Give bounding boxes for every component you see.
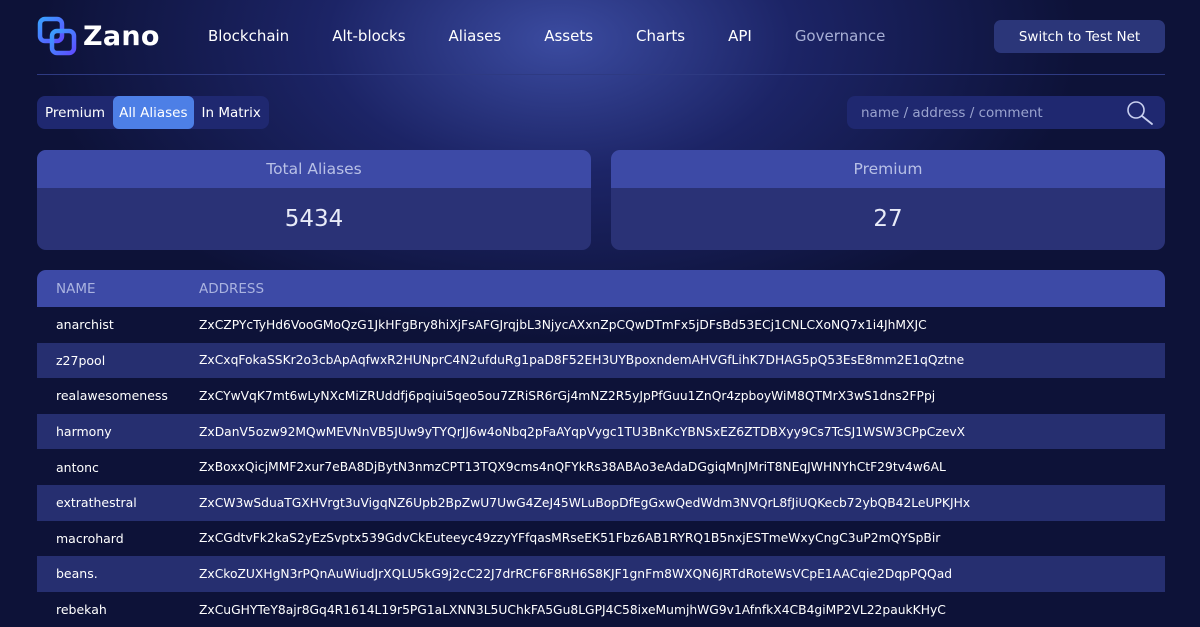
nav-assets[interactable]: Assets xyxy=(544,26,593,46)
logo-text: Zano xyxy=(83,20,160,52)
table-row[interactable]: anarchist ZxCZPYcTyHd6VooGMoQzG1JkHFgBry… xyxy=(37,307,1165,343)
table-row[interactable]: macrohard ZxCGdtvFk2kaS2yEzSvptx539GdvCk… xyxy=(37,521,1165,557)
alias-address: ZxCYwVqK7mt6wLyNXcMiZRUddfj6pqiui5qeo5ou… xyxy=(199,388,936,403)
column-header-name: NAME xyxy=(56,280,96,297)
switch-testnet-button[interactable]: Switch to Test Net xyxy=(994,20,1165,53)
table-header: NAME ADDRESS xyxy=(37,270,1165,307)
alias-address: ZxBoxxQicjMMF2xur7eBA8DjBytN3nmzCPT13TQX… xyxy=(199,460,946,475)
table-row[interactable]: realawesomeness ZxCYwVqK7mt6wLyNXcMiZRUd… xyxy=(37,378,1165,414)
total-aliases-card: Total Aliases 5434 xyxy=(37,150,591,250)
search-input[interactable] xyxy=(847,104,1107,121)
nav-alt-blocks[interactable]: Alt-blocks xyxy=(332,26,405,46)
tab-all-aliases[interactable]: All Aliases xyxy=(113,96,194,129)
alias-name: rebekah xyxy=(56,602,107,618)
alias-name: harmony xyxy=(56,424,112,440)
alias-name: beans. xyxy=(56,566,98,582)
alias-name: anarchist xyxy=(56,317,114,333)
alias-address: ZxDanV5ozw92MQwMEVNnVB5JUw9yTYQrJJ6w4oNb… xyxy=(199,424,966,439)
premium-aliases-value: 27 xyxy=(873,206,903,232)
alias-address: ZxCW3wSduaTGXHVrgt3uVigqNZ6Upb2BpZwU7UwG… xyxy=(199,495,971,510)
alias-address: ZxCkoZUXHgN3rPQnAuWiudJrXQLU5kG9j2cC22J7… xyxy=(199,566,953,581)
alias-name: realawesomeness xyxy=(56,388,168,404)
tab-in-matrix[interactable]: In Matrix xyxy=(198,96,265,129)
alias-name: macrohard xyxy=(56,530,124,546)
table-row[interactable]: antonc ZxBoxxQicjMMF2xur7eBA8DjBytN3nmzC… xyxy=(37,449,1165,485)
premium-aliases-card: Premium 27 xyxy=(611,150,1165,250)
aliases-table: NAME ADDRESS anarchist ZxCZPYcTyHd6VooGM… xyxy=(37,270,1165,627)
premium-aliases-label: Premium xyxy=(611,150,1165,188)
nav-aliases[interactable]: Aliases xyxy=(449,26,502,46)
total-aliases-value: 5434 xyxy=(284,206,344,232)
alias-address: ZxCuGHYTeY8ajr8Gq4R1614L19r5PG1aLXNN3L5U… xyxy=(199,602,946,617)
column-header-address: ADDRESS xyxy=(199,280,265,297)
alias-address: ZxCZPYcTyHd6VooGMoQzG1JkHFgBry8hiXjFsAFG… xyxy=(199,317,927,332)
nav-governance[interactable]: Governance xyxy=(795,26,886,46)
table-row[interactable]: rebekah ZxCuGHYTeY8ajr8Gq4R1614L19r5PG1a… xyxy=(37,592,1165,627)
search-icon[interactable] xyxy=(1125,100,1155,126)
total-aliases-label: Total Aliases xyxy=(37,150,591,188)
zano-logo-icon xyxy=(37,16,77,56)
search-box xyxy=(847,96,1165,129)
alias-address: ZxCGdtvFk2kaS2yEzSvptx539GdvCkEuteeyc49z… xyxy=(199,531,941,546)
top-header: Zano Blockchain Alt-blocks Aliases Asset… xyxy=(0,0,1200,74)
nav-blockchain[interactable]: Blockchain xyxy=(208,26,289,46)
nav-api[interactable]: API xyxy=(728,26,752,46)
header-divider xyxy=(37,74,1165,75)
alias-name: antonc xyxy=(56,459,99,475)
tab-premium[interactable]: Premium xyxy=(41,96,109,129)
alias-filter-tabs: Premium All Aliases In Matrix xyxy=(37,96,269,129)
zano-logo[interactable]: Zano xyxy=(37,16,160,56)
table-row[interactable]: harmony ZxDanV5ozw92MQwMEVNnVB5JUw9yTYQr… xyxy=(37,413,1165,450)
alias-name: z27pool xyxy=(56,352,106,368)
main-nav: Blockchain Alt-blocks Aliases Assets Cha… xyxy=(208,26,928,46)
table-row[interactable]: z27pool ZxCxqFokaSSKr2o3cbApAqfwxR2HUNpr… xyxy=(37,342,1165,379)
alias-name: extrathestral xyxy=(56,495,137,511)
table-row[interactable]: extrathestral ZxCW3wSduaTGXHVrgt3uVigqNZ… xyxy=(37,484,1165,521)
table-row[interactable]: beans. ZxCkoZUXHgN3rPQnAuWiudJrXQLU5kG9j… xyxy=(37,556,1165,592)
alias-address: ZxCxqFokaSSKr2o3cbApAqfwxR2HUNprC4N2ufdu… xyxy=(199,353,965,368)
nav-charts[interactable]: Charts xyxy=(636,26,685,46)
